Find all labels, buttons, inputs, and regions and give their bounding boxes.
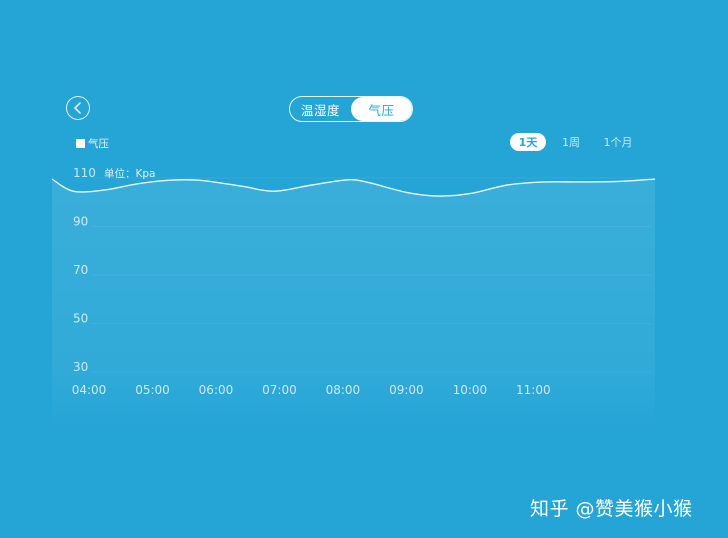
watermark: 知乎 @赞美猴小猴 (530, 498, 693, 520)
x-tick-label: 09:00 (389, 383, 424, 397)
y-tick-label: 30 (73, 360, 88, 374)
y-tick-label: 50 (73, 312, 88, 326)
x-tick-label: 04:00 (72, 383, 107, 397)
x-tick-label: 06:00 (199, 383, 234, 397)
y-tick-label: 70 (73, 263, 88, 277)
pressure-chart: 110 90 70 50 30 04:00 05:00 06:00 07:00 08:00 09:… (51, 166, 656, 430)
x-tick-label: 07:00 (262, 383, 297, 397)
y-tick-label: 110 (73, 166, 96, 180)
y-tick-label: 90 (73, 215, 88, 229)
x-tick-label: 11:00 (516, 383, 551, 397)
x-tick-label: 05:00 (135, 383, 170, 397)
x-tick-label: 08:00 (326, 383, 361, 397)
x-tick-label: 10:00 (453, 383, 488, 397)
